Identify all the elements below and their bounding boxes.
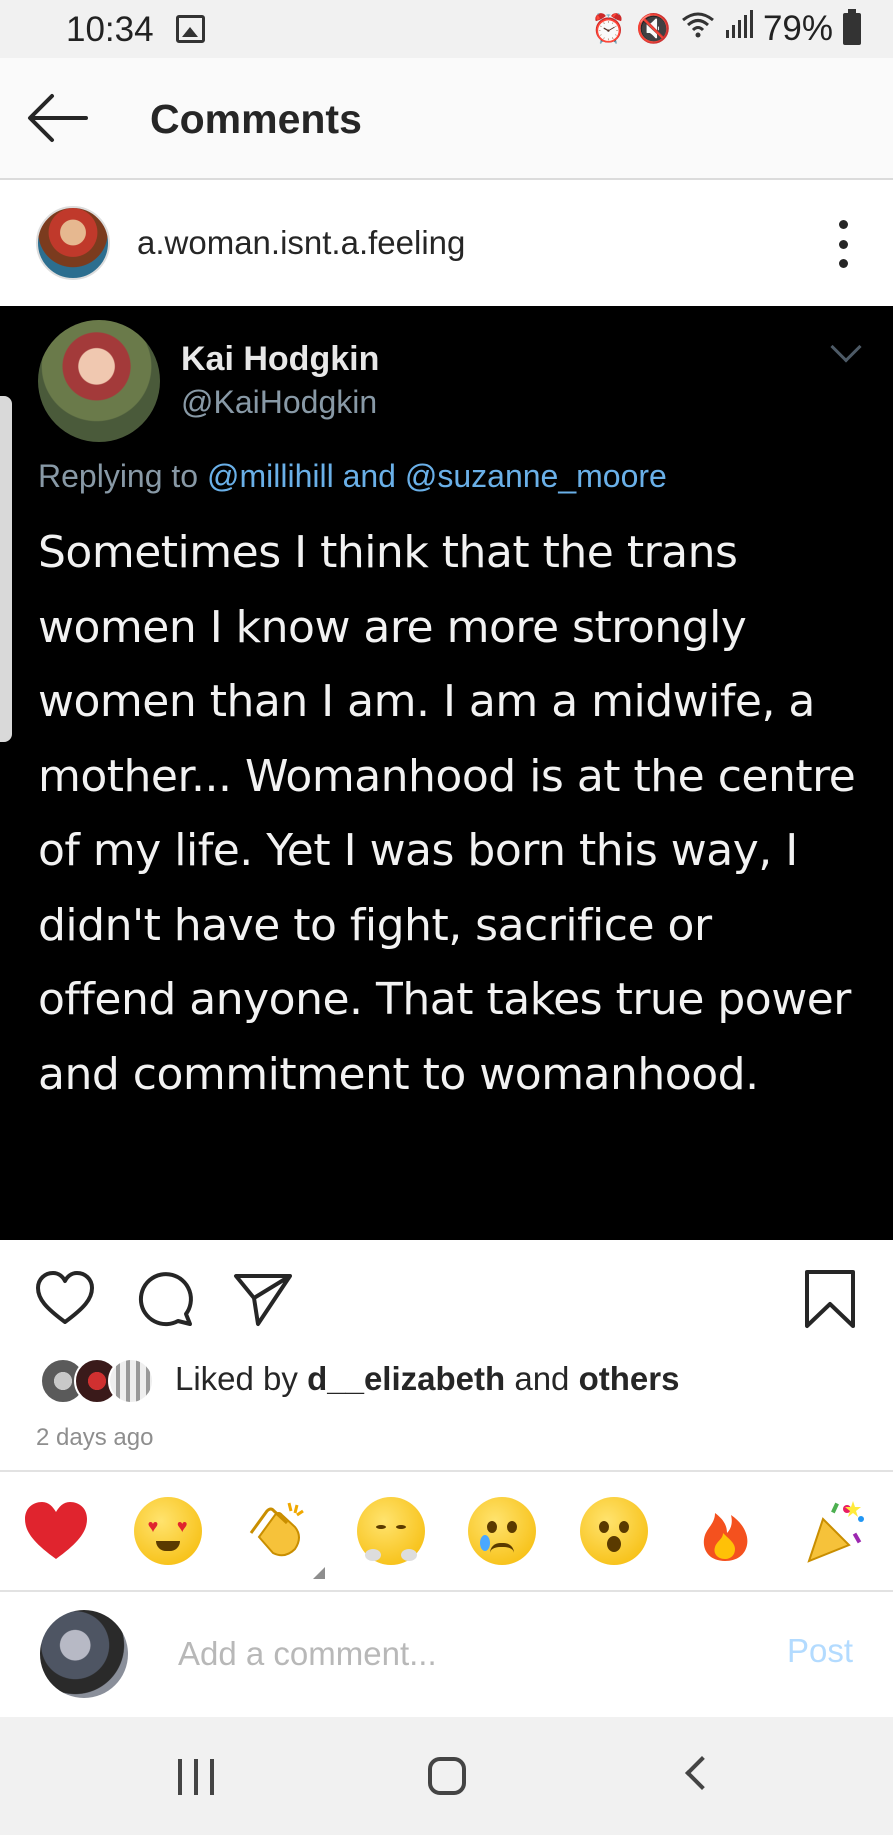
post-author-username[interactable]: a.woman.isnt.a.feeling	[137, 224, 465, 262]
tweet-author-name: Kai Hodgkin	[181, 340, 380, 378]
comment-composer: Post	[0, 1592, 893, 1717]
heart-eye: ♥	[147, 1516, 159, 1536]
o-mouth	[606, 1536, 621, 1552]
system-nav-bar	[0, 1717, 893, 1835]
liker-avatars	[40, 1358, 156, 1404]
emoji-party-popper[interactable]	[803, 1497, 871, 1565]
emoji-heart[interactable]	[22, 1497, 90, 1565]
speech-bubble-icon	[138, 1272, 193, 1327]
comment-input[interactable]	[178, 1630, 738, 1678]
eye	[618, 1521, 629, 1533]
current-user-avatar	[40, 1610, 128, 1698]
more-dot	[838, 239, 848, 249]
back-button[interactable]	[26, 92, 90, 144]
likes-prefix: Liked by	[175, 1360, 298, 1397]
replying-prefix: Replying to	[38, 458, 199, 494]
recent-apps-button[interactable]	[178, 1759, 214, 1795]
chevron-down-icon	[830, 331, 862, 363]
post-timestamp: 2 days ago	[36, 1424, 154, 1451]
eye	[375, 1525, 386, 1529]
mouth	[155, 1541, 180, 1551]
tweet-replying-to: Replying to @millihill and @suzanne_moor…	[38, 458, 667, 495]
more-dots-icon	[838, 220, 848, 229]
replying-mentions: @millihill and @suzanne_moore	[206, 458, 667, 494]
emoji-clap[interactable]	[245, 1497, 326, 1579]
tweet-text: Sometimes I think that the trans women I…	[38, 527, 856, 1100]
recents-line	[194, 1759, 198, 1795]
tweet-author-handle: @KaiHodgkin	[181, 384, 378, 420]
share-button[interactable]	[232, 1268, 294, 1330]
emoji-steam-face[interactable]	[356, 1497, 425, 1565]
emoji-quick-bar: ♥ ♥	[0, 1472, 893, 1590]
emoji-heart-eyes[interactable]: ♥ ♥	[133, 1497, 202, 1565]
status-icons: ⏰ 🔇 79%	[591, 8, 861, 48]
eye	[487, 1521, 498, 1533]
avatar	[108, 1358, 154, 1404]
save-button[interactable]	[803, 1268, 857, 1330]
liker-username[interactable]: d__elizabeth	[307, 1360, 505, 1397]
wifi-icon	[681, 10, 715, 47]
emoji-surprised-face[interactable]	[579, 1497, 648, 1565]
post-image[interactable]: Kai Hodgkin @KaiHodgkin Replying to @mil…	[0, 306, 893, 1240]
signal-icon	[725, 10, 753, 47]
system-back-button[interactable]	[685, 1756, 719, 1790]
likes-others-link[interactable]: others	[579, 1360, 680, 1397]
page-title: Comments	[150, 96, 362, 142]
home-button[interactable]	[428, 1757, 466, 1795]
mute-icon: 🔇	[636, 12, 671, 44]
tweet-author-avatar	[38, 320, 160, 442]
heart-icon	[36, 1271, 94, 1324]
edge-panel-handle[interactable]	[0, 396, 12, 742]
post-actions	[0, 1240, 893, 1350]
image-notification-icon	[176, 15, 205, 43]
sad-mouth	[490, 1543, 515, 1553]
eye	[598, 1521, 609, 1533]
emoji-fire[interactable]	[691, 1497, 759, 1565]
like-button[interactable]	[34, 1268, 96, 1330]
emoji-crying-face[interactable]	[468, 1497, 537, 1565]
more-options-button[interactable]	[833, 220, 853, 268]
steam	[364, 1549, 381, 1561]
more-emoji-indicator	[313, 1567, 326, 1579]
comment-button[interactable]	[134, 1268, 196, 1330]
post-author-avatar[interactable]	[36, 206, 110, 280]
likes-text: Liked by d__elizabeth and others	[175, 1360, 679, 1398]
battery-percent: 79%	[762, 8, 833, 48]
likes-conjunction: and	[514, 1360, 570, 1397]
post-header: a.woman.isnt.a.feeling	[0, 182, 893, 306]
post-comment-button[interactable]: Post	[787, 1632, 853, 1670]
eye	[507, 1521, 518, 1533]
heart-eye: ♥	[176, 1516, 188, 1536]
status-bar: 10:34 ⏰ 🔇 79%	[0, 0, 893, 58]
recents-icon	[178, 1759, 182, 1795]
status-time: 10:34	[66, 10, 154, 49]
likes-summary[interactable]: Liked by d__elizabeth and others	[0, 1352, 893, 1412]
more-dot	[838, 259, 848, 268]
eye	[395, 1525, 406, 1529]
paper-plane-icon	[234, 1274, 292, 1326]
battery-icon	[843, 8, 861, 45]
alarm-icon: ⏰	[591, 12, 627, 44]
steam	[400, 1549, 417, 1561]
recents-line	[210, 1759, 214, 1795]
app-header: Comments	[0, 58, 893, 180]
arrow-left-icon	[28, 94, 88, 142]
bookmark-icon	[805, 1270, 855, 1328]
tear	[480, 1535, 491, 1551]
